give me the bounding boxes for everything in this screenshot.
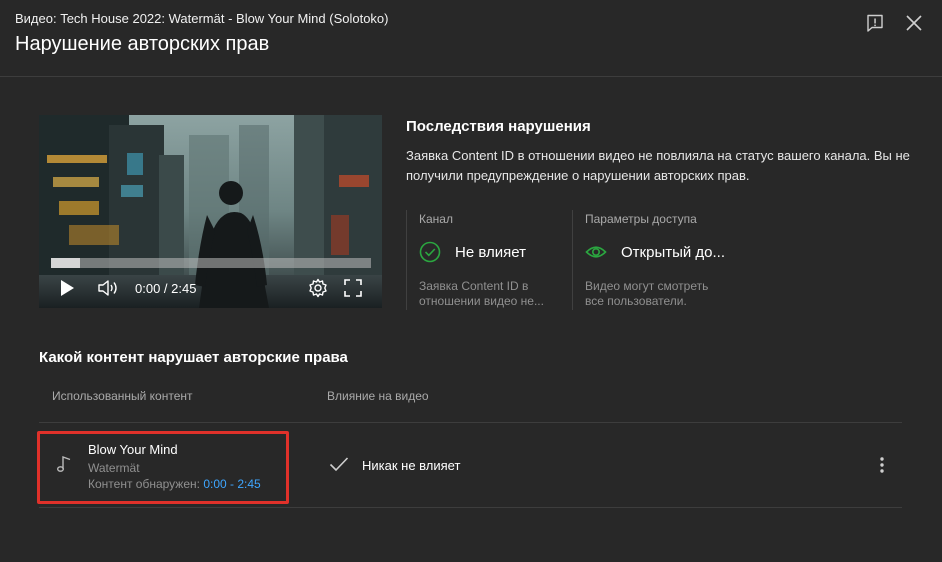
page-title: Нарушение авторских прав bbox=[15, 33, 270, 55]
play-icon[interactable] bbox=[59, 279, 75, 297]
settings-gear-icon[interactable] bbox=[308, 278, 328, 298]
video-thumbnail bbox=[39, 115, 382, 308]
feedback-button[interactable] bbox=[864, 12, 886, 34]
channel-status: Не влияет bbox=[455, 244, 526, 261]
impact-status: Никак не влияет bbox=[362, 458, 461, 473]
music-note-icon bbox=[57, 456, 71, 472]
column-divider bbox=[406, 210, 407, 310]
table-row[interactable] bbox=[39, 423, 902, 507]
visibility-label: Параметры доступа bbox=[585, 212, 697, 226]
table-divider bbox=[39, 507, 902, 508]
track-title: Blow Your Mind bbox=[88, 442, 178, 457]
consequences-description: Заявка Content ID в отношении видео не п… bbox=[406, 148, 910, 183]
feedback-icon bbox=[867, 14, 883, 32]
column-header-impact: Влияние на видео bbox=[327, 389, 429, 403]
eye-icon bbox=[585, 246, 607, 258]
video-subtitle: Видео: Tech House 2022: Watermät - Blow … bbox=[15, 11, 389, 26]
visibility-description: Видео могут смотреть все пользователи. bbox=[585, 279, 709, 308]
detected-label: Контент обнаружен: bbox=[88, 477, 204, 491]
volume-icon[interactable] bbox=[97, 278, 121, 298]
consequences-title: Последствия нарушения bbox=[406, 118, 591, 135]
column-header-used-content: Использованный контент bbox=[52, 389, 193, 403]
channel-label: Канал bbox=[419, 212, 453, 226]
content-detected: Контент обнаружен: 0:00 - 2:45 bbox=[88, 477, 261, 491]
channel-description: Заявка Content ID в отношении видео не..… bbox=[419, 279, 544, 308]
detected-range-link[interactable]: 0:00 - 2:45 bbox=[203, 477, 260, 491]
video-timecode: 0:00 / 2:45 bbox=[135, 281, 197, 296]
track-artist: Watermät bbox=[88, 461, 140, 475]
close-button[interactable] bbox=[903, 12, 925, 34]
column-divider bbox=[572, 210, 573, 310]
visibility-status: Открытый до... bbox=[621, 244, 726, 261]
more-vert-icon[interactable] bbox=[872, 455, 892, 475]
fullscreen-icon[interactable] bbox=[344, 279, 362, 297]
progress-bar[interactable] bbox=[51, 258, 371, 268]
close-icon bbox=[906, 15, 922, 31]
checkmark-icon bbox=[329, 457, 349, 472]
check-circle-icon bbox=[419, 241, 441, 263]
video-player[interactable]: 0:00 / 2:45 bbox=[39, 115, 382, 308]
dialog-header: Видео: Tech House 2022: Watermät - Blow … bbox=[0, 0, 942, 77]
section-title: Какой контент нарушает авторские права bbox=[39, 349, 348, 366]
progress-fill bbox=[51, 258, 80, 268]
